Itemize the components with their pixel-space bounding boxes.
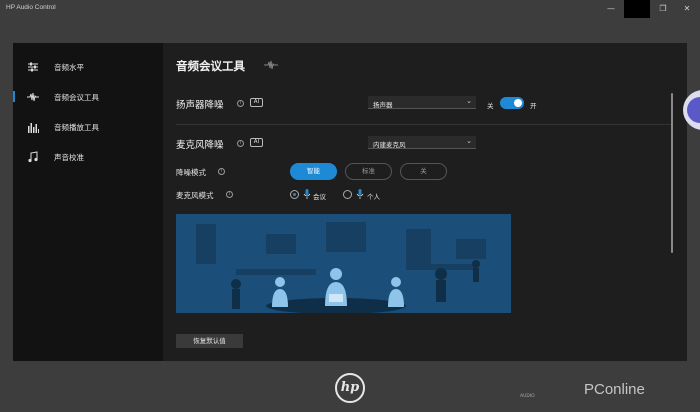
waveform-icon: [27, 92, 39, 102]
sidebar-item-label: 声音校准: [54, 153, 84, 162]
edge-widget-inner: [687, 97, 700, 123]
sidebar-item-label: 音频水平: [54, 63, 84, 72]
sidebar-item-label: 音频会议工具: [54, 93, 99, 102]
page-title: 音频会议工具: [176, 59, 245, 73]
radio-personal-label: 个人: [367, 193, 380, 201]
watermark: PConline: [584, 381, 645, 398]
selected-value: 内建麦克风: [373, 141, 406, 149]
reset-defaults-button[interactable]: 恢复默认值: [176, 334, 243, 348]
sidebar-item-playback-tools[interactable]: 音频播放工具: [13, 118, 163, 136]
toggle-on-label: 开: [530, 102, 537, 110]
info-icon[interactable]: i: [237, 100, 244, 107]
microphone-icon: [356, 189, 364, 199]
speaker-nr-title: 扬声器降噪: [176, 100, 224, 111]
info-icon[interactable]: i: [218, 168, 225, 175]
sidebar: 音频水平 音频会议工具 音频播放工具 声音校准: [13, 43, 163, 361]
sidebar-item-label: 音频播放工具: [54, 123, 99, 132]
mode-smart-button[interactable]: 智能: [290, 163, 337, 180]
selected-value: 扬声器: [373, 101, 393, 109]
title-bar: HP Audio Control — ❐ ✕: [0, 0, 700, 18]
maximize-button[interactable]: ❐: [650, 0, 676, 18]
music-note-icon: [28, 151, 38, 163]
radio-conference-label: 会议: [313, 193, 326, 201]
sidebar-item-conference-tools[interactable]: 音频会议工具: [13, 88, 163, 106]
radio-conference[interactable]: [290, 190, 299, 199]
chevron-down-icon: ⌄: [466, 97, 472, 105]
minimize-button[interactable]: —: [598, 0, 624, 18]
info-icon[interactable]: i: [226, 191, 233, 198]
toggle-knob: [514, 99, 522, 107]
sidebar-item-audio-levels[interactable]: 音频水平: [13, 58, 163, 76]
mode-standard-button[interactable]: 标准: [345, 163, 392, 180]
selected-indicator: [13, 91, 15, 102]
nr-mode-label: 降噪模式: [176, 168, 206, 177]
toggle-off-label: 关: [487, 102, 494, 110]
ai-badge: AI: [250, 138, 263, 147]
mic-nr-title: 麦克风降噪: [176, 140, 224, 151]
conference-illustration: [176, 214, 511, 313]
divider: [176, 124, 671, 125]
focus-area: [624, 0, 650, 18]
sidebar-item-sound-calibration[interactable]: 声音校准: [13, 148, 163, 166]
hp-logo: hp: [335, 373, 365, 403]
info-icon[interactable]: i: [237, 140, 244, 147]
window-title: HP Audio Control: [6, 4, 56, 11]
watermark-small: AUDIO: [520, 394, 535, 399]
speaker-device-select[interactable]: 扬声器 ⌄: [368, 96, 476, 109]
close-button[interactable]: ✕: [674, 0, 700, 18]
mode-off-button[interactable]: 关: [400, 163, 447, 180]
speaker-nr-toggle[interactable]: [500, 97, 524, 109]
chevron-down-icon: ⌄: [466, 137, 472, 145]
ai-badge: AI: [250, 98, 263, 107]
scrollbar[interactable]: [671, 93, 673, 253]
mic-device-select[interactable]: 内建麦克风 ⌄: [368, 136, 476, 149]
mic-mode-label: 麦克风模式: [176, 191, 214, 200]
sliders-icon: [28, 62, 38, 72]
waveform-icon: [264, 60, 278, 70]
radio-personal[interactable]: [343, 190, 352, 199]
equalizer-icon: [28, 123, 39, 133]
microphone-icon: [303, 189, 311, 199]
